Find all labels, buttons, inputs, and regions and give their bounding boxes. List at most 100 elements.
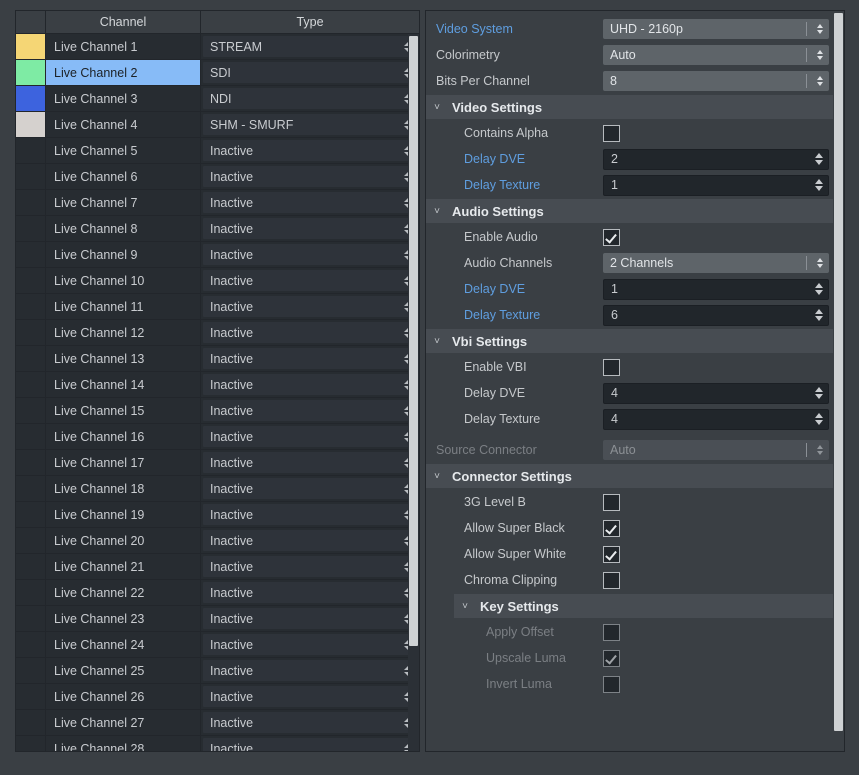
channel-color-swatch[interactable]: [16, 450, 46, 475]
table-row[interactable]: Live Channel 6Inactive: [16, 164, 419, 190]
channel-list-scrollbar[interactable]: [408, 34, 419, 751]
checkbox-enable-vbi[interactable]: [603, 359, 620, 376]
channel-type-combo[interactable]: Inactive: [203, 660, 418, 681]
channel-name-cell[interactable]: Live Channel 1: [46, 34, 201, 59]
channel-name-cell[interactable]: Live Channel 12: [46, 320, 201, 345]
table-row[interactable]: Live Channel 10Inactive: [16, 268, 419, 294]
section-header-key-settings[interactable]: ˅ Key Settings: [454, 594, 835, 618]
channel-color-swatch[interactable]: [16, 320, 46, 345]
channel-name-cell[interactable]: Live Channel 5: [46, 138, 201, 163]
channel-color-swatch[interactable]: [16, 372, 46, 397]
channel-type-combo[interactable]: Inactive: [203, 712, 418, 733]
table-row[interactable]: Live Channel 19Inactive: [16, 502, 419, 528]
channel-type-combo[interactable]: Inactive: [203, 374, 418, 395]
chevron-down-icon[interactable]: [815, 420, 823, 425]
channel-color-swatch[interactable]: [16, 736, 46, 751]
channel-name-cell[interactable]: Live Channel 17: [46, 450, 201, 475]
table-row[interactable]: Live Channel 20Inactive: [16, 528, 419, 554]
channel-name-cell[interactable]: Live Channel 22: [46, 580, 201, 605]
spinbox-audio-delay-dve[interactable]: 1: [603, 279, 829, 300]
channel-type-combo[interactable]: Inactive: [203, 504, 418, 525]
channel-color-swatch[interactable]: [16, 476, 46, 501]
channel-color-swatch[interactable]: [16, 502, 46, 527]
channel-color-swatch[interactable]: [16, 216, 46, 241]
table-row[interactable]: Live Channel 2SDI: [16, 60, 419, 86]
channel-name-cell[interactable]: Live Channel 6: [46, 164, 201, 189]
combo-bits-per-channel[interactable]: 8: [603, 71, 829, 91]
table-row[interactable]: Live Channel 8Inactive: [16, 216, 419, 242]
channel-color-swatch[interactable]: [16, 190, 46, 215]
channel-type-combo[interactable]: Inactive: [203, 686, 418, 707]
channel-type-combo[interactable]: Inactive: [203, 166, 418, 187]
combo-spinner-icon[interactable]: [817, 258, 823, 268]
channel-type-combo[interactable]: Inactive: [203, 478, 418, 499]
chevron-down-icon[interactable]: ˅: [426, 471, 448, 482]
channel-type-combo[interactable]: Inactive: [203, 192, 418, 213]
table-row[interactable]: Live Channel 16Inactive: [16, 424, 419, 450]
channel-type-combo[interactable]: SDI: [203, 62, 418, 83]
table-row[interactable]: Live Channel 23Inactive: [16, 606, 419, 632]
channel-type-combo[interactable]: Inactive: [203, 218, 418, 239]
chevron-down-icon[interactable]: [815, 394, 823, 399]
checkbox-allow-super-white[interactable]: [603, 546, 620, 563]
chevron-up-icon[interactable]: [815, 153, 823, 158]
table-row[interactable]: Live Channel 3NDI: [16, 86, 419, 112]
chevron-up-icon[interactable]: [815, 283, 823, 288]
chevron-down-icon[interactable]: [815, 160, 823, 165]
checkbox-3g-level-b[interactable]: [603, 494, 620, 511]
channel-name-cell[interactable]: Live Channel 28: [46, 736, 201, 751]
spinner-icon[interactable]: [815, 153, 823, 165]
channel-name-cell[interactable]: Live Channel 15: [46, 398, 201, 423]
channel-type-combo[interactable]: Inactive: [203, 322, 418, 343]
spinner-icon[interactable]: [815, 387, 823, 399]
spinner-icon[interactable]: [815, 179, 823, 191]
channel-type-combo[interactable]: Inactive: [203, 556, 418, 577]
channel-color-swatch[interactable]: [16, 424, 46, 449]
channel-color-swatch[interactable]: [16, 34, 46, 59]
channel-type-combo[interactable]: STREAM: [203, 36, 418, 57]
channel-color-swatch[interactable]: [16, 398, 46, 423]
channel-color-swatch[interactable]: [16, 60, 46, 85]
chevron-up-icon[interactable]: [815, 309, 823, 314]
channel-name-cell[interactable]: Live Channel 10: [46, 268, 201, 293]
channel-type-combo[interactable]: Inactive: [203, 426, 418, 447]
combo-audio-channels[interactable]: 2 Channels: [603, 253, 829, 273]
channel-name-cell[interactable]: Live Channel 20: [46, 528, 201, 553]
channel-type-combo[interactable]: Inactive: [203, 608, 418, 629]
channel-name-cell[interactable]: Live Channel 3: [46, 86, 201, 111]
channel-color-swatch[interactable]: [16, 242, 46, 267]
channel-color-swatch[interactable]: [16, 112, 46, 137]
channel-color-swatch[interactable]: [16, 684, 46, 709]
table-row[interactable]: Live Channel 5Inactive: [16, 138, 419, 164]
channel-type-combo[interactable]: Inactive: [203, 634, 418, 655]
checkbox-enable-audio[interactable]: [603, 229, 620, 246]
table-row[interactable]: Live Channel 4SHM - SMURF: [16, 112, 419, 138]
checkbox-allow-super-black[interactable]: [603, 520, 620, 537]
channel-color-swatch[interactable]: [16, 138, 46, 163]
channel-color-swatch[interactable]: [16, 580, 46, 605]
table-row[interactable]: Live Channel 18Inactive: [16, 476, 419, 502]
combo-spinner-icon[interactable]: [817, 50, 823, 60]
channel-color-swatch[interactable]: [16, 632, 46, 657]
table-row[interactable]: Live Channel 12Inactive: [16, 320, 419, 346]
chevron-down-icon[interactable]: [815, 316, 823, 321]
table-row[interactable]: Live Channel 1STREAM: [16, 34, 419, 60]
spinner-icon[interactable]: [815, 413, 823, 425]
channel-name-cell[interactable]: Live Channel 14: [46, 372, 201, 397]
table-row[interactable]: Live Channel 17Inactive: [16, 450, 419, 476]
column-header-type[interactable]: Type: [201, 11, 419, 33]
chevron-down-icon[interactable]: ˅: [426, 336, 448, 347]
channel-color-swatch[interactable]: [16, 346, 46, 371]
section-header-video-settings[interactable]: ˅ Video Settings: [426, 95, 835, 119]
table-row[interactable]: Live Channel 7Inactive: [16, 190, 419, 216]
channel-type-combo[interactable]: Inactive: [203, 244, 418, 265]
channel-type-combo[interactable]: Inactive: [203, 738, 418, 751]
chevron-down-icon[interactable]: ˅: [454, 601, 476, 612]
channel-name-cell[interactable]: Live Channel 13: [46, 346, 201, 371]
channel-name-cell[interactable]: Live Channel 24: [46, 632, 201, 657]
table-row[interactable]: Live Channel 15Inactive: [16, 398, 419, 424]
table-row[interactable]: Live Channel 27Inactive: [16, 710, 419, 736]
channel-color-swatch[interactable]: [16, 554, 46, 579]
spinbox-audio-delay-texture[interactable]: 6: [603, 305, 829, 326]
table-row[interactable]: Live Channel 13Inactive: [16, 346, 419, 372]
